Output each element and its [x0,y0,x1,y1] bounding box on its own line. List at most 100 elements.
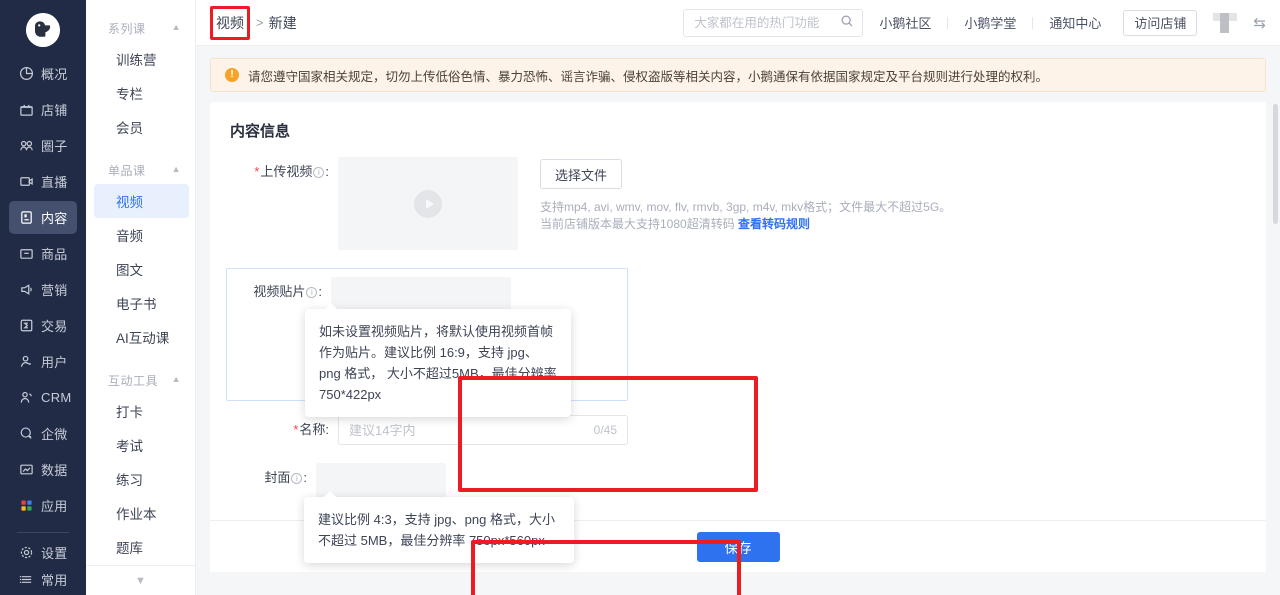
sidebar-item-label: 商品 [41,247,68,262]
cover-label-text: 封面 [264,470,291,485]
visit-store-button[interactable]: 访问店铺 [1123,9,1198,36]
subnav-item-member[interactable]: 会员 [94,110,189,144]
chevron-up-icon: ▲ [171,374,181,384]
name-label-text: 名称 [299,422,326,437]
name-input-wrapper[interactable]: 0/45 [338,415,628,445]
sidebar-item-label: 交易 [41,319,68,334]
top-bar-right: 小鹅社区 小鹅学堂 通知中心 访问店铺 ⇆ [683,8,1266,37]
sidebar-item-label: 圈子 [41,139,68,154]
avatar[interactable] [1213,11,1238,35]
subnav-group-label: 单品课 [108,163,146,178]
sidebar-item-common[interactable]: 常用 [9,566,77,592]
sidebar-item-label: 概况 [41,67,68,82]
search-box[interactable] [683,8,864,37]
breadcrumb-video[interactable]: 视频 [210,5,250,40]
subnav-item-ebook[interactable]: 电子书 [94,286,189,320]
compliance-alert: ! 请您遵守国家相关规定，切勿上传低俗色情、暴力恐怖、谣言诈骗、侵权盗版等相关内… [210,58,1266,92]
subnav-group-single[interactable]: 单品课 ▲ [86,156,195,184]
subnav-item-label: 电子书 [116,297,157,312]
save-button[interactable]: 保存 [696,531,780,562]
chevron-up-icon: ▲ [171,164,181,174]
subnav-item-column[interactable]: 专栏 [94,76,189,110]
subnav-item-bootcamp[interactable]: 训练营 [94,42,189,76]
subnav-item-label: 会员 [116,121,143,136]
sidebar-item-label: 应用 [41,499,68,514]
vertical-scrollbar[interactable] [1273,104,1278,224]
label-colon: : [318,284,322,299]
top-divider [1032,16,1034,29]
subnav-item-ai-course[interactable]: AI互动课 [94,320,189,354]
search-icon[interactable] [840,14,854,31]
sidebar-item-settings[interactable]: 设置 [9,539,77,565]
subnav-group-label: 互动工具 [108,373,159,388]
subnav-group-label: 系列课 [108,21,146,36]
swap-arrows-icon[interactable]: ⇆ [1253,14,1266,32]
subnav-item-practice[interactable]: 练习 [94,462,189,496]
subnav-item-video[interactable]: 视频 [94,184,189,218]
subnav-item-label: 专栏 [116,87,143,102]
goods-box-icon [18,245,35,262]
megaphone-icon [18,281,35,298]
choose-file-button[interactable]: 选择文件 [540,159,623,189]
subnav-item-audio[interactable]: 音频 [94,218,189,252]
upload-hint-line1: 支持mp4, avi, wmv, mov, flv, rmvb, 3gp, m4… [540,200,952,214]
sidebar-item-label: 店铺 [41,103,68,118]
top-link-notifications[interactable]: 通知中心 [1049,13,1101,32]
subnav-item-checkin[interactable]: 打卡 [94,394,189,428]
subnav-group-series[interactable]: 系列课 ▲ [86,14,195,42]
sidebar-item-label: 企微 [41,427,68,442]
info-circle-icon[interactable]: i [313,167,325,178]
top-link-academy[interactable]: 小鹅学堂 [964,13,1016,32]
primary-sidebar-items: 概况 店铺 圈子 直播 内容 商品 营销 交易 用户 CRM 企微 数据 应用 [0,57,86,525]
breadcrumb-parent-label: 视频 [216,14,244,31]
sidebar-item-crm[interactable]: CRM [9,381,77,414]
label-colon: : [325,164,329,179]
sidebar-item-circle[interactable]: 圈子 [9,129,77,162]
search-input[interactable] [694,15,841,30]
shop-icon [18,101,35,118]
primary-sidebar-bottom: 设置 常用 [0,539,86,593]
subnav-spacer [86,354,195,366]
transcode-rules-link[interactable]: 查看转码规则 [738,217,810,231]
sidebar-item-data[interactable]: 数据 [9,453,77,486]
subnav-expand-toggle[interactable]: ▼ [86,565,195,595]
primary-sidebar: 概况 店铺 圈子 直播 内容 商品 营销 交易 用户 CRM 企微 数据 应用 … [0,0,86,595]
name-input[interactable] [349,422,586,438]
info-circle-icon[interactable]: i [306,287,318,298]
upload-video-label: *上传视频 i: [230,157,338,250]
subnav-group-tools[interactable]: 互动工具 ▲ [86,366,195,394]
sidebar-item-wecom[interactable]: 企微 [9,417,77,450]
sidebar-item-live[interactable]: 直播 [9,165,77,198]
subnav-item-label: 音频 [116,229,143,244]
circle-group-icon [18,137,35,154]
main-area: 视频 > 新建 小鹅社区 小鹅学堂 通知中心 访问店铺 [196,0,1280,595]
top-link-community[interactable]: 小鹅社区 [879,13,931,32]
sidebar-item-shop[interactable]: 店铺 [9,93,77,126]
sidebar-item-transaction[interactable]: 交易 [9,309,77,342]
sidebar-item-user[interactable]: 用户 [9,345,77,378]
video-preview-thumbnail[interactable] [338,157,518,250]
name-label: *名称: [230,415,338,445]
info-circle-icon[interactable]: i [291,473,303,484]
live-video-icon [18,173,35,190]
sidebar-item-overview[interactable]: 概况 [9,57,77,90]
breadcrumb-current: 新建 [268,14,297,31]
subnav-item-homework[interactable]: 作业本 [94,496,189,530]
upload-video-hint: 支持mp4, avi, wmv, mov, flv, rmvb, 3gp, m4… [540,199,951,233]
apps-grid-icon [18,497,35,514]
sidebar-item-label: 营销 [41,283,68,298]
content-scroll-area: ! 请您遵守国家相关规定，切勿上传低俗色情、暴力恐怖、谣言诈骗、侵权盗版等相关内… [196,46,1280,595]
user-icon [18,353,35,370]
subnav-spacer [86,144,195,156]
sidebar-item-content[interactable]: 内容 [9,201,77,234]
subnav-item-question-bank[interactable]: 题库 [94,530,189,564]
subnav-item-imagetext[interactable]: 图文 [94,252,189,286]
sidebar-item-goods[interactable]: 商品 [9,237,77,270]
upload-hint-line2-text: 当前店铺版本最大支持1080超清转码 [540,217,739,231]
subnav-item-label: 视频 [116,195,143,210]
goose-logo-icon[interactable] [26,13,60,47]
form-row-video-sticker: 视频贴片i: 在线制作i 如未设置视频贴片，将默认使用视频首帧作为贴片。建议比例… [226,268,628,417]
subnav-item-exam[interactable]: 考试 [94,428,189,462]
sidebar-item-marketing[interactable]: 营销 [9,273,77,306]
sidebar-item-apps[interactable]: 应用 [9,489,77,522]
